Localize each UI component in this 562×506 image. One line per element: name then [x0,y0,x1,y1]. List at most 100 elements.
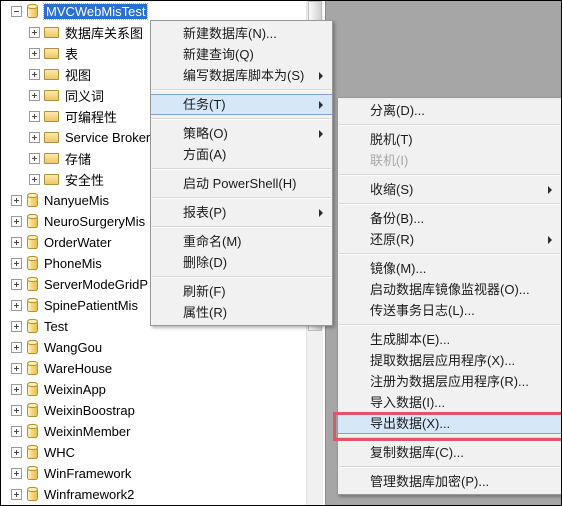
tree-item-label: WHC [44,445,76,460]
expand-plus-icon[interactable] [11,384,22,395]
tree-item-label: OrderWater [44,235,112,250]
expand-plus-icon[interactable] [29,174,40,185]
expand-plus-icon[interactable] [11,258,22,269]
expand-plus-icon[interactable] [29,48,40,59]
expand-plus-icon[interactable] [11,195,22,206]
expand-plus-icon[interactable] [11,363,22,374]
tree-item-WangGou[interactable]: WangGou [1,337,306,358]
tasks-submenu-item-17[interactable]: 导入数据(I)... [338,392,561,413]
context-menu-item-6[interactable]: 策略(O) [151,123,332,144]
tree-item-label: WareHouse [44,361,113,376]
expand-plus-icon[interactable] [11,279,22,290]
tree-item-WeixinMember[interactable]: WeixinMember [1,421,306,442]
tree-item-WHC[interactable]: WHC [1,442,306,463]
tree-item-label: MVCWebMisTest [42,3,149,20]
menu-item-label: 收缩(S) [370,182,414,197]
expand-plus-icon[interactable] [11,300,22,311]
tree-item-WeixinApp[interactable]: WeixinApp [1,379,306,400]
menu-item-label: 镜像(M)... [370,261,427,276]
expand-plus-icon[interactable] [11,489,22,500]
context-menu-item-17[interactable]: 属性(R) [151,302,332,323]
expand-plus-icon[interactable] [29,90,40,101]
tree-item-label: WeixinMember [44,424,131,439]
tree-item-label: 表 [65,47,79,62]
database-icon [26,214,39,229]
context-menu-item-9[interactable]: 启动 PowerShell(H) [151,173,332,194]
context-menu-item-0[interactable]: 新建数据库(N)... [151,23,332,44]
menu-separator [152,89,331,91]
tasks-submenu-item-16[interactable]: 注册为数据层应用程序(R)... [338,371,561,392]
expand-plus-icon[interactable] [11,216,22,227]
menu-separator [152,197,331,199]
tasks-submenu-item-14[interactable]: 生成脚本(E)... [338,329,561,350]
menu-item-label: 传送事务日志(L)... [370,303,475,318]
menu-item-label: 策略(O) [183,126,228,141]
tasks-submenu-item-2[interactable]: 脱机(T) [338,129,561,150]
tasks-submenu-item-7[interactable]: 备份(B)... [338,208,561,229]
expand-plus-icon[interactable] [11,237,22,248]
database-icon [26,4,39,19]
expand-plus-icon[interactable] [11,321,22,332]
menu-separator [152,168,331,170]
expand-plus-icon[interactable] [29,111,40,122]
tasks-submenu-item-5[interactable]: 收缩(S) [338,179,561,200]
context-menu-item-11[interactable]: 报表(P) [151,202,332,223]
tasks-submenu-item-18[interactable]: 导出数据(X)... [338,413,561,434]
expand-plus-icon[interactable] [29,132,40,143]
submenu-arrow-icon [319,100,323,109]
folder-icon [44,110,60,123]
expand-plus-icon[interactable] [29,69,40,80]
tree-item-label: 存储 [65,152,92,167]
context-menu-item-4[interactable]: 任务(T) [151,94,332,115]
tree-item-MVCWebMisTest[interactable]: MVCWebMisTest [1,1,306,22]
expand-plus-icon[interactable] [11,342,22,353]
tree-item-label: WeixinBoostrap [44,403,135,418]
menu-item-label: 生成脚本(E)... [370,332,451,347]
tree-item-WareHouse[interactable]: WareHouse [1,358,306,379]
context-menu-item-2[interactable]: 编写数据库脚本为(S) [151,65,332,86]
menu-item-label: 还原(R) [370,232,415,247]
tasks-submenu-item-22[interactable]: 管理数据库加密(P)... [338,471,561,492]
menu-separator [339,437,560,439]
database-context-menu[interactable]: 新建数据库(N)... 新建查询(Q) 编写数据库脚本为(S) 任务(T) 策略(O) 方… [150,20,333,326]
tasks-submenu-item-3: 联机(I) [338,150,561,171]
expand-plus-icon[interactable] [11,447,22,458]
tasks-submenu-item-10[interactable]: 镜像(M)... [338,258,561,279]
expand-plus-icon[interactable] [11,405,22,416]
tasks-submenu-item-0[interactable]: 分离(D)... [338,100,561,121]
tree-item-WeixinBoostrap[interactable]: WeixinBoostrap [1,400,306,421]
tree-item-label: NeuroSurgeryMis [44,214,146,229]
tasks-submenu-item-11[interactable]: 启动数据库镜像监视器(O)... [338,279,561,300]
context-menu-item-7[interactable]: 方面(A) [151,144,332,165]
expand-plus-icon[interactable] [11,468,22,479]
tree-item-WinFramework[interactable]: WinFramework [1,463,306,484]
database-icon [26,277,39,292]
tree-item-label: Service Broker [65,130,151,145]
database-icon [26,424,39,439]
tasks-submenu[interactable]: 分离(D)... 脱机(T) 联机(I) 收缩(S) 备份(B)... 还原(R) 镜像(M… [337,97,561,495]
collapse-minus-icon[interactable] [11,6,22,17]
database-icon [26,361,39,376]
folder-icon [44,89,60,102]
expand-plus-icon[interactable] [29,27,40,38]
tree-item-label: 数据库关系图 [65,26,144,41]
menu-item-label: 编写数据库脚本为(S) [183,68,305,83]
context-menu-item-13[interactable]: 重命名(M) [151,231,332,252]
menu-item-label: 重命名(M) [183,234,242,249]
tree-item-Winframework2[interactable]: Winframework2 [1,484,306,505]
context-menu-item-1[interactable]: 新建查询(Q) [151,44,332,65]
tasks-submenu-item-15[interactable]: 提取数据层应用程序(X)... [338,350,561,371]
expand-plus-icon[interactable] [29,153,40,164]
expand-plus-icon[interactable] [11,426,22,437]
context-menu-item-14[interactable]: 删除(D) [151,252,332,273]
menu-item-label: 提取数据层应用程序(X)... [370,353,516,368]
context-menu-item-16[interactable]: 刷新(F) [151,281,332,302]
menu-item-label: 报表(P) [183,205,227,220]
database-icon [26,403,39,418]
menu-item-label: 方面(A) [183,147,227,162]
menu-item-label: 刷新(F) [183,284,226,299]
tasks-submenu-item-20[interactable]: 复制数据库(C)... [338,442,561,463]
tasks-submenu-item-12[interactable]: 传送事务日志(L)... [338,300,561,321]
tasks-submenu-item-8[interactable]: 还原(R) [338,229,561,250]
tree-item-label: WeixinApp [44,382,106,397]
